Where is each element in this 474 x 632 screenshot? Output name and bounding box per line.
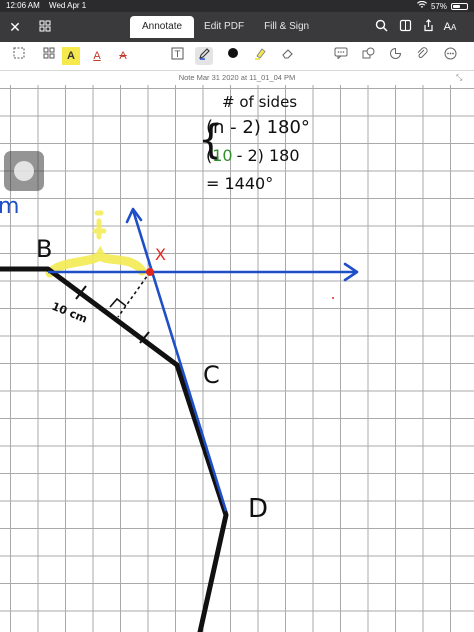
- tab-edit-pdf[interactable]: Edit PDF: [194, 16, 254, 38]
- pen-tool-icon[interactable]: [195, 47, 213, 65]
- status-date: Wed Apr 1: [49, 1, 87, 10]
- left-blue-scribble: m: [0, 194, 19, 219]
- mode-tabs: Annotate Edit PDF Fill & Sign: [130, 16, 319, 38]
- svg-text:T: T: [173, 50, 180, 60]
- handwriting-layer: B X C D 10 cm m # of sides { (n - 2) 180…: [0, 93, 359, 632]
- label-x: X: [155, 245, 166, 264]
- point-x-dot: [146, 268, 154, 276]
- formula-result: = 1440°: [206, 174, 273, 193]
- annotation-toolbar: A A A T: [0, 42, 474, 71]
- wifi-icon: [416, 0, 427, 11]
- strikethrough-text-icon[interactable]: A: [114, 47, 132, 65]
- formula-line-2: (10- 2) 180: [206, 146, 300, 165]
- textbox-tool-icon[interactable]: T: [168, 47, 186, 65]
- highlight-bracket-stroke: [45, 245, 147, 278]
- close-icon[interactable]: ✕: [6, 18, 24, 36]
- attach-tool-icon[interactable]: [413, 47, 431, 65]
- search-icon[interactable]: [372, 18, 390, 36]
- text-size-icon[interactable]: AA: [441, 18, 459, 36]
- stray-red-dot: [332, 297, 334, 299]
- highlighter-tool-icon[interactable]: [251, 47, 269, 65]
- color-dot-icon[interactable]: [224, 47, 242, 65]
- collapse-arrows-icon[interactable]: ⤡: [456, 73, 466, 83]
- grid-icon[interactable]: [36, 18, 54, 36]
- select-tool-icon[interactable]: [10, 47, 28, 65]
- assistive-touch-button[interactable]: [4, 151, 44, 191]
- highlight-text-icon[interactable]: A: [62, 47, 80, 65]
- eraser-tool-icon[interactable]: [278, 47, 296, 65]
- label-d: D: [248, 494, 268, 524]
- label-c: C: [203, 361, 220, 389]
- share-icon[interactable]: [419, 18, 437, 36]
- tab-fill-sign[interactable]: Fill & Sign: [254, 16, 319, 38]
- shapes-tool-icon[interactable]: [359, 47, 377, 65]
- battery-percent: 57%: [430, 1, 447, 11]
- status-bar: 12:06 AM Wed Apr 1 57%: [0, 0, 474, 12]
- stamp-tool-icon[interactable]: [386, 47, 404, 65]
- more-tool-icon[interactable]: [441, 47, 459, 65]
- drawing-canvas[interactable]: B X C D 10 cm m # of sides { (n - 2) 180…: [0, 85, 474, 632]
- dashed-perpendicular-line: [117, 271, 151, 318]
- label-b: B: [36, 235, 52, 263]
- comment-tool-icon[interactable]: [332, 47, 350, 65]
- side-length-label: 10 cm: [50, 300, 89, 326]
- formula-heading: # of sides: [222, 93, 297, 111]
- right-angle-marker: [109, 297, 127, 308]
- underline-text-icon[interactable]: A: [88, 47, 106, 65]
- note-title: Note Mar 31 2020 at 11_01_04 PM: [178, 73, 296, 82]
- bookmark-icon[interactable]: [396, 18, 414, 36]
- top-toolbar: ✕ Annotate Edit PDF Fill & Sign AA: [0, 12, 474, 42]
- grid-view-icon[interactable]: [40, 47, 58, 65]
- formula-line-1: (n - 2) 180°: [206, 117, 310, 138]
- polygon-edge-black: [0, 266, 229, 632]
- status-time: 12:06 AM: [6, 1, 40, 10]
- battery-icon: [451, 2, 468, 10]
- highlight-tick-stroke: [92, 210, 107, 240]
- tab-annotate[interactable]: Annotate: [130, 16, 195, 38]
